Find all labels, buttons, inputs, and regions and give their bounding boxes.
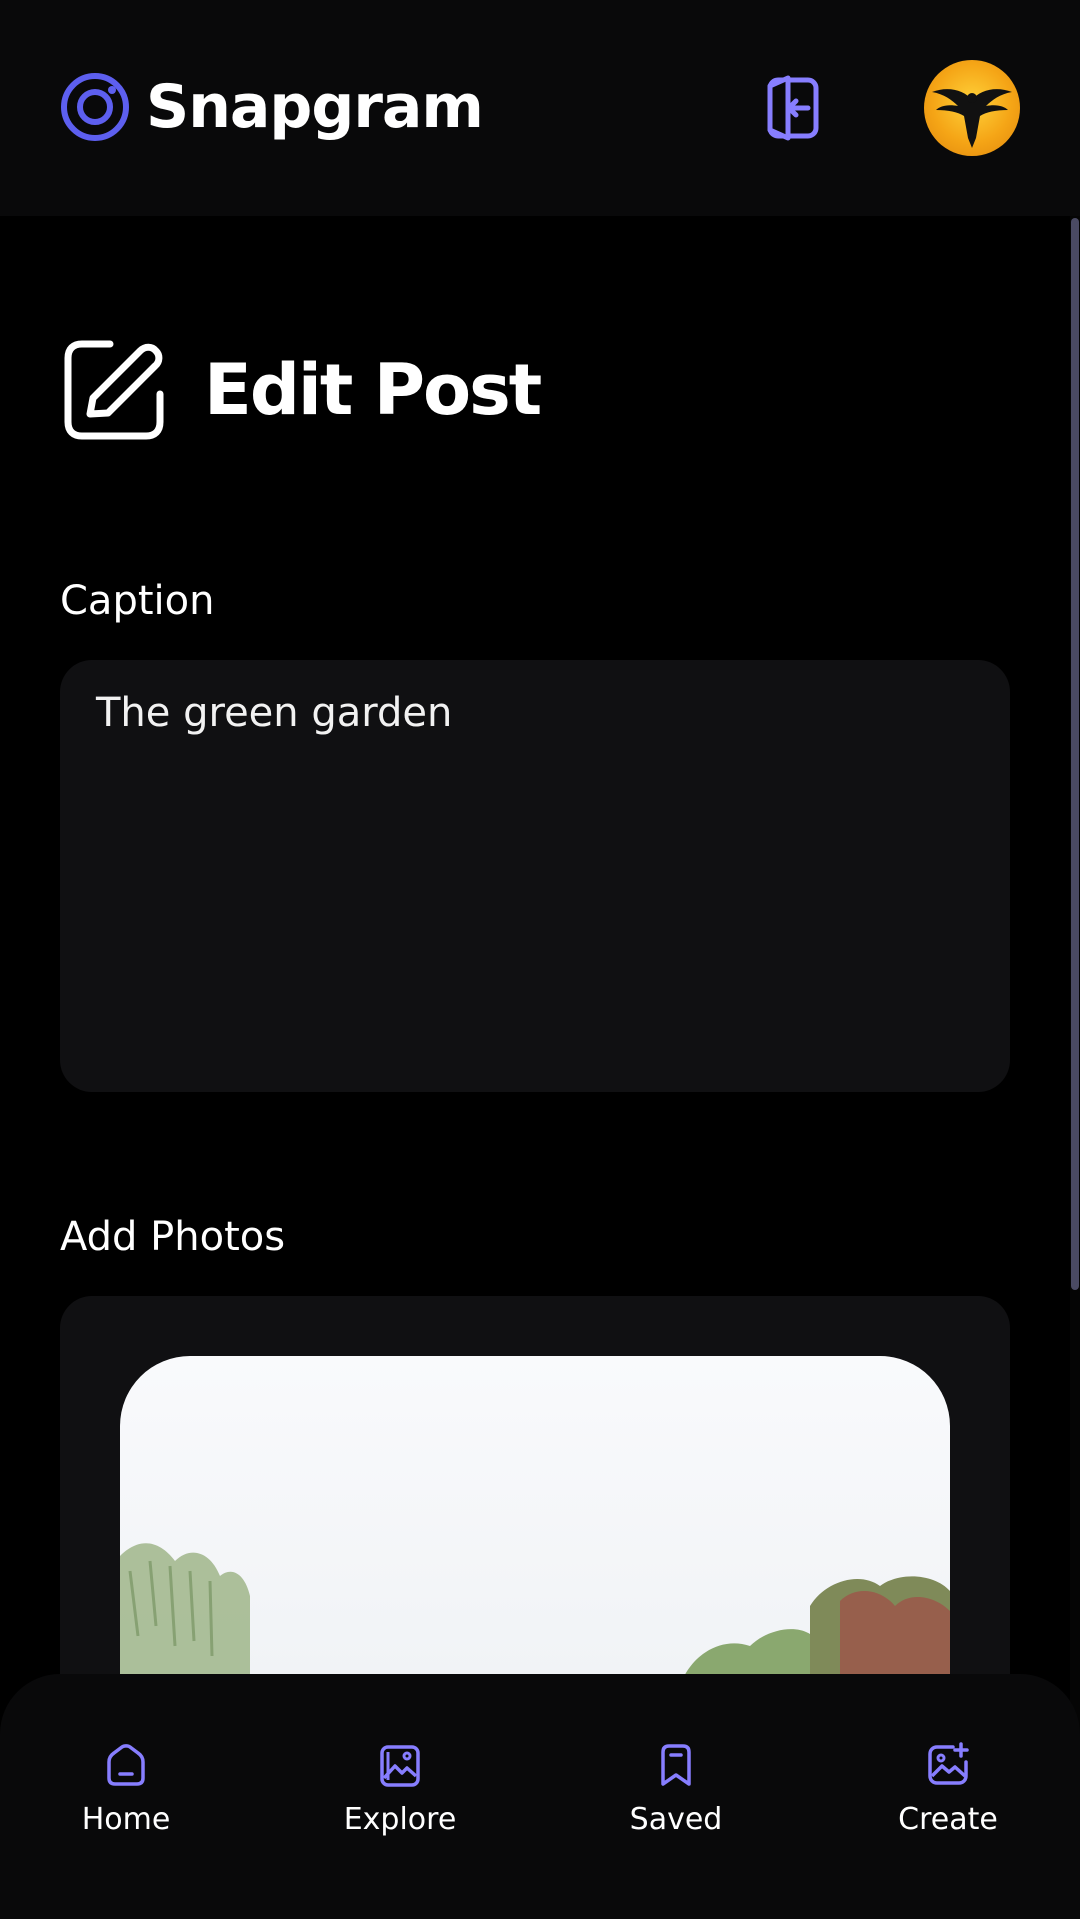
nav-create-label: Create xyxy=(898,1802,998,1837)
logout-icon xyxy=(767,75,819,141)
caption-input[interactable]: The green garden xyxy=(60,660,1010,1092)
scrollbar-thumb[interactable] xyxy=(1071,218,1079,1290)
nav-home-label: Home xyxy=(81,1802,171,1837)
app-name: Snapgram xyxy=(146,72,484,142)
caption-label: Caption xyxy=(60,578,215,624)
nav-explore[interactable]: Explore xyxy=(300,1740,500,1837)
app-logo[interactable]: Snapgram xyxy=(60,72,484,142)
nav-home[interactable]: Home xyxy=(26,1740,226,1837)
home-icon xyxy=(107,1744,145,1786)
nav-create[interactable]: Create xyxy=(848,1740,1048,1837)
nav-saved-label: Saved xyxy=(629,1802,723,1837)
logo-icon xyxy=(61,73,129,141)
explore-icon xyxy=(380,1745,420,1787)
edit-icon xyxy=(64,340,164,440)
nav-explore-label: Explore xyxy=(343,1802,457,1837)
page-title: Edit Post xyxy=(204,349,542,431)
page-header: Edit Post xyxy=(60,336,542,444)
eagle-avatar xyxy=(932,89,1012,148)
bookmark-icon xyxy=(661,1744,691,1786)
logout-button[interactable] xyxy=(756,72,828,144)
profile-avatar[interactable] xyxy=(924,60,1020,156)
create-icon xyxy=(928,1742,969,1785)
nav-saved[interactable]: Saved xyxy=(576,1740,776,1837)
add-photos-label: Add Photos xyxy=(60,1214,286,1260)
